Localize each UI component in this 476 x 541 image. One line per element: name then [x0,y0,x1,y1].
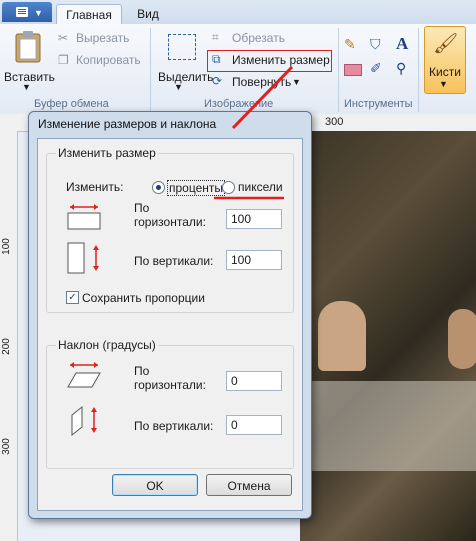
cut-label: Вырезать [76,31,130,45]
skew-horizontal-label: По горизонтали: [134,364,206,392]
dialog-title: Изменение размеров и наклона [38,117,217,131]
ribbon-separator [418,28,419,112]
vertical-skew-icon [71,405,97,437]
selection-icon [168,34,196,60]
chevron-down-icon: ▼ [174,82,183,92]
skew-group-label: Наклон (градусы) [56,338,158,352]
select-button[interactable]: Выделить ▼ [154,28,213,92]
chevron-down-icon: ▼ [439,79,448,89]
tab-view[interactable]: Вид [130,4,166,24]
canvas-image[interactable] [300,131,476,541]
copy-icon: ❐ [58,53,69,67]
resize-by-label: Изменить: [66,180,124,194]
percent-radio[interactable] [152,181,165,194]
vertical-ruler: 100 200 300 [0,131,18,541]
menu-icon [16,7,28,17]
resize-highlight [207,50,332,72]
cut-button[interactable]: ✂ Вырезать [58,30,148,48]
crop-button[interactable]: ⌗ Обрезать [212,30,322,48]
ruler-tick-label: 300 [0,438,12,455]
paint-menu-button[interactable]: ▼ [2,2,52,22]
color-picker-tool[interactable]: ✐ [370,60,388,78]
brushes-label: Кисти [429,65,461,79]
dialog-body: Изменить размер Изменить: проценты пиксе… [37,138,303,511]
tools-group-label: Инструменты [344,98,413,110]
resize-horizontal-label: По горизонтали: [134,201,206,229]
chevron-down-icon: ▼ [292,77,301,87]
ribbon-tabbar: ▼ Главная Вид [0,0,476,25]
resize-horizontal-input[interactable]: 100 [226,209,282,229]
resize-group-label: Изменить размер [56,146,158,160]
resize-group [46,153,294,313]
clipboard-group-label: Буфер обмена [34,98,109,110]
ruler-tick-label: 100 [0,238,12,255]
keep-ratio-checkbox[interactable]: ✓ [66,291,79,304]
clipboard-icon [15,31,41,63]
ok-button[interactable]: OK [112,474,198,496]
rotate-button[interactable]: ⟳ Повернуть ▼ [212,74,322,92]
skew-vertical-label: По вертикали: [134,419,214,433]
keep-ratio-label[interactable]: Сохранить пропорции [82,291,205,305]
text-tool[interactable]: A [396,34,414,53]
horizontal-resize-icon [67,204,101,230]
resize-skew-dialog: Изменение размеров и наклона Изменить ра… [28,111,312,519]
copy-button[interactable]: ❐ Копировать [58,52,148,70]
resize-vertical-input[interactable]: 100 [226,250,282,270]
chevron-down-icon: ▼ [34,8,43,18]
ruler-tick-label: 200 [0,338,12,355]
skew-horizontal-input[interactable]: 0 [226,371,282,391]
ribbon-separator [150,28,151,112]
pencil-tool[interactable]: ✎ [344,36,362,54]
tab-home[interactable]: Главная [56,4,122,25]
pixels-radio[interactable] [222,181,235,194]
ribbon-separator [338,28,339,112]
select-label: Выделить [158,70,214,84]
vertical-resize-icon [67,242,99,274]
crop-icon: ⌗ [212,30,219,44]
brushes-button[interactable]: 🖌 Кисти ▼ [424,26,466,94]
magnifier-tool[interactable]: ⚲ [396,60,414,78]
scissors-icon: ✂ [58,31,69,45]
crop-label: Обрезать [232,31,285,45]
bed-sheet [300,381,476,471]
percent-label[interactable]: проценты [167,180,226,196]
pixels-label[interactable]: пиксели [238,180,283,194]
ribbon: Вставить ▼ ✂ Вырезать ❐ Копировать Буфер… [0,24,476,115]
resize-vertical-label: По вертикали: [134,254,214,268]
copy-label: Копировать [76,53,141,67]
cancel-button[interactable]: Отмена [206,474,292,496]
ruler-tick-label: 300 [325,116,344,128]
skew-vertical-input[interactable]: 0 [226,415,282,435]
image-group-label: Изображение [204,98,274,110]
rotate-icon: ⟳ [212,74,223,88]
eraser-tool[interactable] [344,64,362,76]
fill-tool[interactable]: ⛉ [370,36,388,54]
person-figure [318,301,366,371]
paste-button[interactable]: Вставить ▼ [2,28,55,92]
brush-icon: 🖌 [433,33,459,55]
rotate-label: Повернуть [232,75,292,89]
horizontal-skew-icon [67,362,101,388]
person-figure [448,309,476,369]
chevron-down-icon: ▼ [22,82,31,92]
